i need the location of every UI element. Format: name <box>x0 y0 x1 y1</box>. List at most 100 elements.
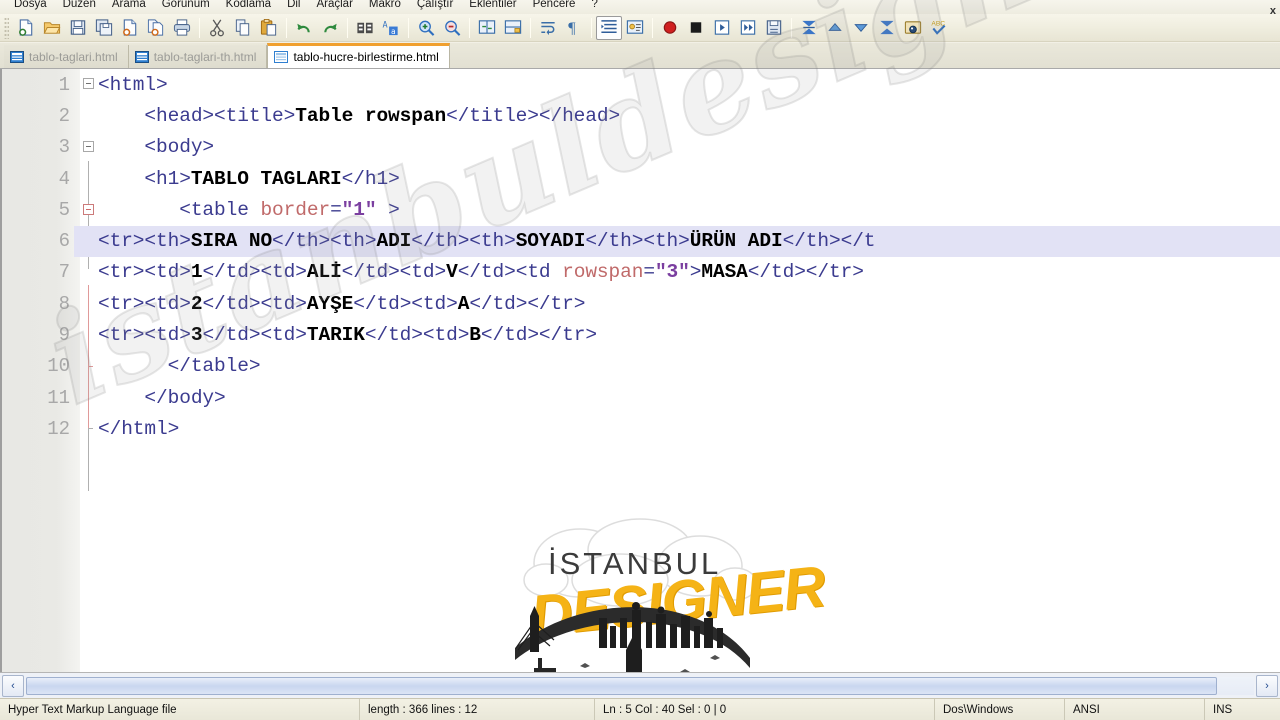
code-token-tk: </th><th> <box>411 230 516 253</box>
menu-item-pencere[interactable]: Pencere <box>525 0 584 12</box>
code-line-content[interactable]: <head><title> Table rowspan </title></head… <box>74 100 1280 131</box>
print-icon[interactable] <box>169 16 195 40</box>
code-token-txt: AYŞE <box>306 292 354 315</box>
close-all-icon[interactable] <box>143 16 169 40</box>
code-line[interactable]: 7 <tr><td> 1 </td><td> ALİ </td><td> V </td><t… <box>2 257 1280 288</box>
code-line[interactable]: 8 <tr><td> 2 </td><td> AYŞE </td><td> A </td><… <box>2 288 1280 319</box>
save-macro-icon[interactable] <box>761 16 787 40</box>
scrollbar-thumb[interactable] <box>26 676 1218 695</box>
code-line-content[interactable]: <html> <box>74 69 1280 100</box>
undo-icon[interactable] <box>291 16 317 40</box>
code-token-tk: </td><td> <box>353 292 458 315</box>
toolbar-grip[interactable] <box>4 16 9 39</box>
close-file-icon[interactable] <box>117 16 143 40</box>
code-line[interactable]: 11 </body> <box>2 382 1280 413</box>
toolbar-separator <box>469 17 470 38</box>
menu-item-calistir[interactable]: Çalıştır <box>409 0 461 12</box>
menu-item-dil[interactable]: Dil <box>279 0 308 12</box>
expand-level-icon[interactable] <box>848 16 874 40</box>
sync-vertical-icon[interactable] <box>474 16 500 40</box>
open-folder-icon[interactable] <box>39 16 65 40</box>
code-line[interactable]: 4 <h1> TABLO TAGLARI </h1> <box>2 163 1280 194</box>
code-line[interactable]: 10 </table> <box>2 351 1280 382</box>
expand-all-icon[interactable] <box>874 16 900 40</box>
svg-text:¶: ¶ <box>568 20 576 37</box>
close-icon[interactable]: x <box>1270 5 1276 17</box>
code-token-tk: </td><td> <box>202 261 307 284</box>
tab-tablo-hucre-birlestirme[interactable]: tablo-hucre-birlestirme.html <box>267 43 450 68</box>
menu-item-gorunum[interactable]: Görünüm <box>154 0 218 12</box>
code-line[interactable]: 3 <body> <box>2 132 1280 163</box>
zoom-in-icon[interactable] <box>413 16 439 40</box>
run-multiple-macro-icon[interactable] <box>735 16 761 40</box>
code-token-tk: </th><th> <box>585 230 690 253</box>
replace-icon[interactable]: Aa <box>378 16 404 40</box>
code-token-tk: <tr><td> <box>98 292 191 315</box>
code-line-content[interactable]: </table> <box>74 351 1280 382</box>
code-line-content[interactable]: <body> <box>74 132 1280 163</box>
code-editor[interactable]: 1 <html> 2 <head><title> Table rowspan </t… <box>0 69 1280 672</box>
tab-tablo-taglari-th[interactable]: tablo-taglari-th.html <box>128 45 268 68</box>
save-icon[interactable] <box>65 16 91 40</box>
record-macro-icon[interactable] <box>657 16 683 40</box>
code-line-content[interactable]: <tr><td> 1 </td><td> ALİ </td><td> V </td><td … <box>74 257 1280 288</box>
status-encoding: ANSI <box>1065 698 1205 720</box>
collapse-all-icon[interactable] <box>796 16 822 40</box>
code-line-content[interactable]: <tr><th> SIRA NO </th><th> ADI </th><th> SOYA… <box>74 225 1280 257</box>
menu-item-kodlama[interactable]: Kodlama <box>218 0 279 12</box>
find-icon[interactable] <box>352 16 378 40</box>
code-token-tk: </td><td> <box>364 324 470 347</box>
menu-item-eklentiler[interactable]: Eklentiler <box>461 0 524 12</box>
horizontal-scrollbar[interactable]: ‹ › <box>0 672 1280 698</box>
menu-item-makro[interactable]: Makro <box>361 0 409 12</box>
html-file-icon <box>10 50 24 63</box>
menu-item-help[interactable]: ? <box>583 0 605 12</box>
code-token-tk: </table> <box>98 355 261 378</box>
code-line-content[interactable]: </html> <box>74 413 1280 444</box>
code-line-content[interactable]: <tr><td> 2 </td><td> AYŞE </td><td> A </td></t… <box>74 288 1280 319</box>
tab-tablo-taglari[interactable]: tablo-taglari.html <box>4 45 129 68</box>
sync-horizontal-icon[interactable] <box>500 16 526 40</box>
code-line-content[interactable]: <table border = "1" > <box>74 194 1280 225</box>
code-line-highlighted[interactable]: 6 <tr><th> SIRA NO </th><th> ADI </th><th> SO… <box>2 225 1280 257</box>
code-line[interactable]: 5 <table border = "1" > <box>2 194 1280 225</box>
new-file-icon[interactable] <box>13 16 39 40</box>
play-macro-icon[interactable] <box>709 16 735 40</box>
code-line-content[interactable]: <h1> TABLO TAGLARI </h1> <box>74 163 1280 194</box>
copy-icon[interactable] <box>230 16 256 40</box>
user-language-icon[interactable] <box>622 16 648 40</box>
code-token-tk: = <box>643 261 655 284</box>
code-line[interactable]: 9 <tr><td> 3 </td><td> TARIK </td><td> B </td>… <box>2 319 1280 350</box>
menu-item-duzen[interactable]: Düzen <box>55 0 104 12</box>
zoom-out-icon[interactable] <box>439 16 465 40</box>
word-wrap-icon[interactable] <box>535 16 561 40</box>
status-bar: Hyper Text Markup Language file length :… <box>0 698 1280 720</box>
scroll-left-icon[interactable]: ‹ <box>2 674 24 697</box>
save-all-icon[interactable] <box>91 16 117 40</box>
code-line[interactable]: 12 </html> <box>2 413 1280 444</box>
cut-icon[interactable] <box>204 16 230 40</box>
stop-macro-icon[interactable] <box>683 16 709 40</box>
code-line[interactable]: 2 <head><title> Table rowspan </title></he… <box>2 100 1280 131</box>
menu-item-dosya[interactable]: Dosya <box>6 0 55 12</box>
paste-icon[interactable] <box>256 16 282 40</box>
code-token-tk: <h1> <box>98 167 191 190</box>
scroll-right-icon[interactable]: › <box>1256 674 1278 697</box>
menu-item-arama[interactable]: Arama <box>104 0 154 12</box>
show-all-chars-icon[interactable]: ¶ <box>561 16 587 40</box>
tab-bar: tablo-taglari.html tablo-taglari-th.html… <box>0 5 1280 69</box>
line-number: 2 <box>58 104 70 127</box>
spellcheck-icon[interactable]: ABC <box>926 16 952 40</box>
scrollbar-track[interactable] <box>26 676 1254 695</box>
menu-item-araclar[interactable]: Araçlar <box>308 0 360 12</box>
launch-browser-icon[interactable] <box>900 16 926 40</box>
indent-guide-icon[interactable] <box>596 15 622 40</box>
redo-icon[interactable] <box>317 16 343 40</box>
status-length-lines: length : 366 lines : 12 <box>360 698 595 720</box>
code-line[interactable]: 1 <html> <box>2 69 1280 100</box>
code-token-tk: </td></tr> <box>747 261 864 284</box>
collapse-level-icon[interactable] <box>822 16 848 40</box>
code-line-content[interactable]: <tr><td> 3 </td><td> TARIK </td><td> B </td></… <box>74 319 1280 350</box>
code-line-content[interactable]: </body> <box>74 382 1280 413</box>
code-token-txt: 2 <box>190 292 203 315</box>
